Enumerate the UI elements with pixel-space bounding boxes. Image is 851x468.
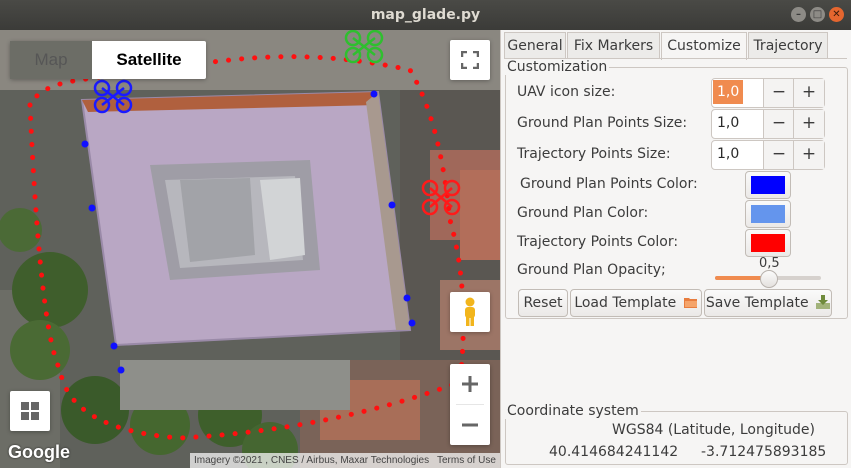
download-icon	[816, 295, 831, 309]
tab-general[interactable]: General	[504, 32, 566, 59]
minimize-button[interactable]: –	[791, 7, 806, 22]
uav-icon-size-increment[interactable]: +	[793, 79, 824, 107]
fullscreen-icon	[461, 51, 479, 69]
ground-plan-points-color-button[interactable]	[745, 171, 791, 199]
fullscreen-button[interactable]	[450, 40, 490, 80]
customization-frame-label: Customization	[505, 59, 610, 75]
ground-plan-opacity-label: Ground Plan Opacity;	[517, 262, 666, 278]
ground-plan-points-size-decrement[interactable]: −	[763, 110, 794, 138]
reset-button[interactable]: Reset	[518, 289, 568, 317]
load-template-button[interactable]: Load Template	[570, 289, 702, 317]
coordinate-system-frame-label: Coordinate system	[505, 403, 641, 419]
ground-plan-points-size-spinner: 1,0 − +	[711, 109, 825, 139]
close-button[interactable]: ✕	[829, 7, 844, 22]
coordinate-system-name: WGS84 (Latitude, Longitude)	[612, 422, 815, 438]
zoom-in-button[interactable]	[450, 364, 490, 404]
uav-icon-size-input[interactable]: 1,0	[713, 80, 744, 104]
map-type-map-button[interactable]: Map	[10, 41, 92, 79]
trajectory-points-color-button[interactable]	[745, 229, 791, 257]
ground-plan-color-label: Ground Plan Color:	[517, 205, 649, 221]
folder-icon	[683, 298, 697, 308]
uav-icon-size-spinner: 1,0 − +	[711, 78, 825, 108]
trajectory-points-size-increment[interactable]: +	[793, 141, 824, 169]
save-template-button[interactable]: Save Template	[704, 289, 832, 317]
zoom-control	[450, 364, 490, 445]
grid-icon	[21, 402, 39, 420]
title-bar: map_glade.py – □ ✕	[0, 0, 851, 30]
ground-plan-opacity-value: 0,5	[759, 256, 780, 271]
maximize-button[interactable]: □	[810, 7, 825, 22]
uav-icon-size-decrement[interactable]: −	[763, 79, 794, 107]
ground-plan-points-size-increment[interactable]: +	[793, 110, 824, 138]
load-template-label: Load Template	[574, 295, 677, 311]
trajectory-points-color-swatch	[751, 234, 785, 252]
street-view-button[interactable]	[450, 292, 490, 332]
ground-plan-opacity-handle[interactable]	[760, 270, 778, 288]
ground-plan-points-color-swatch	[751, 176, 785, 194]
zoom-out-button[interactable]	[450, 405, 490, 445]
trajectory-points-color-label: Trajectory Points Color:	[517, 234, 679, 250]
tab-trajectory[interactable]: Trajectory	[748, 32, 828, 59]
google-logo: Google	[8, 442, 70, 462]
latitude-value: 40.414684241142	[549, 444, 679, 460]
ground-plan-points-size-label: Ground Plan Points Size:	[517, 115, 688, 131]
terms-of-use-link[interactable]: Terms of Use	[433, 453, 500, 468]
uav-red-icon[interactable]	[420, 178, 464, 218]
ground-plan-points-color-label: Ground Plan Points Color:	[520, 176, 698, 192]
trajectory-points-size-input[interactable]: 1,0	[713, 142, 743, 166]
tab-customize[interactable]: Customize	[661, 32, 747, 60]
pegman-icon	[465, 297, 475, 326]
map-layers-button[interactable]	[10, 391, 50, 431]
trajectory-points-size-spinner: 1,0 − +	[711, 140, 825, 170]
longitude-value: -3.712475893185	[701, 444, 827, 460]
trajectory-points-size-decrement[interactable]: −	[763, 141, 794, 169]
save-template-label: Save Template	[705, 295, 809, 311]
trajectory-points-size-label: Trajectory Points Size:	[517, 146, 671, 162]
window-title: map_glade.py	[370, 7, 481, 23]
tab-fix-markers[interactable]: Fix Markers	[567, 32, 660, 59]
map-type-satellite-button[interactable]: Satellite	[92, 41, 206, 79]
satellite-imagery	[0, 30, 500, 468]
ground-plan-color-button[interactable]	[745, 200, 791, 228]
uav-blue-icon[interactable]	[92, 78, 136, 114]
uav-icon-size-label: UAV icon size:	[517, 84, 616, 100]
minus-icon	[462, 423, 478, 427]
map-type-control: Map Satellite	[10, 41, 206, 79]
imagery-attribution: Imagery ©2021 , CNES / Airbus, Maxar Tec…	[190, 453, 434, 468]
ground-plan-color-swatch	[751, 205, 785, 223]
ground-plan-points-size-input[interactable]: 1,0	[713, 111, 743, 135]
reset-button-label: Reset	[523, 295, 563, 311]
plus-icon	[462, 376, 478, 392]
uav-green-icon[interactable]	[343, 30, 387, 64]
map-view[interactable]: Map Satellite Google Imagery ©2021 , CNE…	[0, 30, 500, 468]
